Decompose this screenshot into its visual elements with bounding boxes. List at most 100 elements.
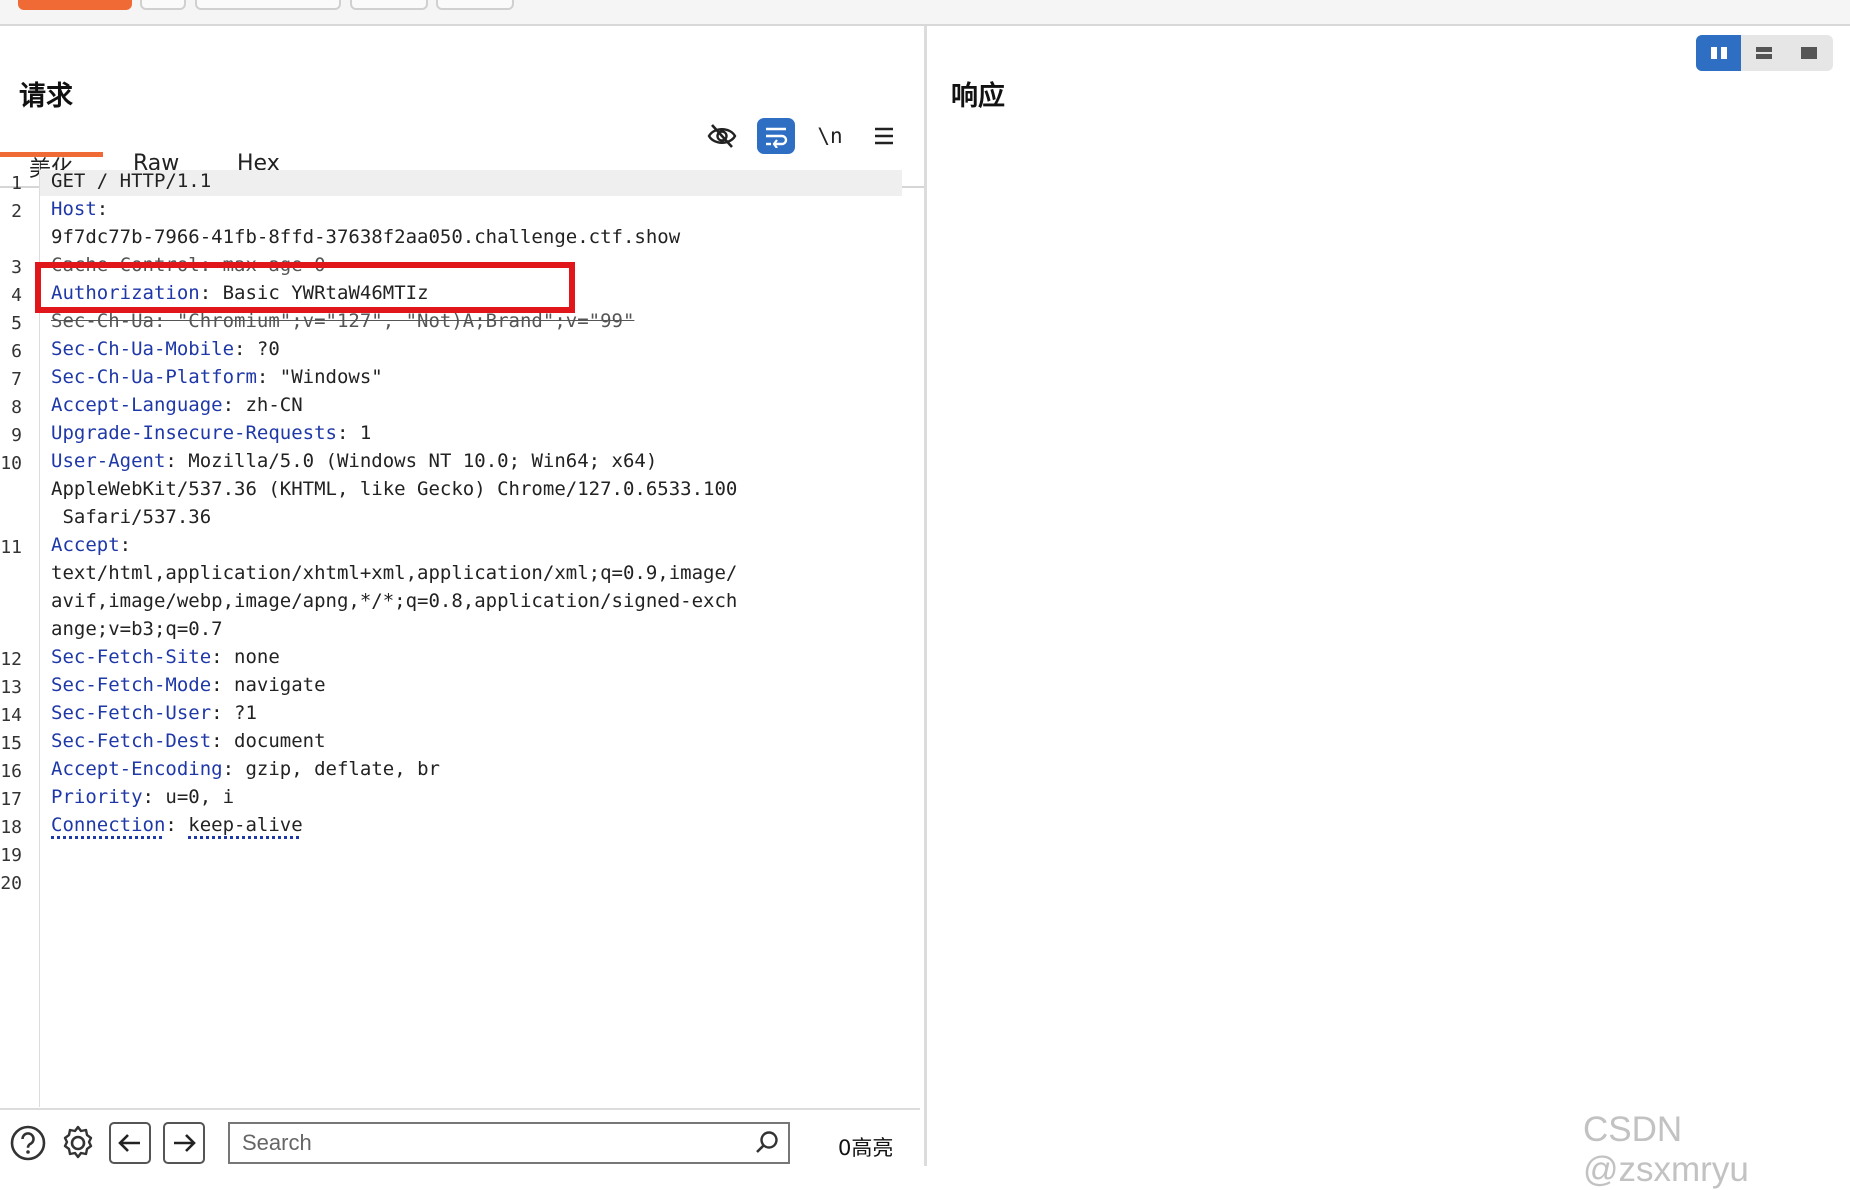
line-number: 1 xyxy=(11,173,22,194)
header-separator: : xyxy=(211,702,235,724)
header-separator: : xyxy=(336,422,360,444)
word-wrap-icon[interactable] xyxy=(757,118,795,154)
line-number: 11 xyxy=(0,537,22,558)
code-line: Sec-Fetch-Dest: document xyxy=(51,730,326,752)
search-input[interactable] xyxy=(228,1122,790,1164)
line-gutter: 1 2 3 4 5 6 7 8 9 10 11 12 13 14 15 16 17 18 19 20 xyxy=(0,162,40,1107)
response-title: 响应 xyxy=(951,81,1005,112)
toolbar-button-3[interactable] xyxy=(350,0,428,10)
header-value: u=0, i xyxy=(165,786,235,808)
header-value: Mozilla/5.0 (Windows NT 10.0; Win64; x64… xyxy=(188,450,658,472)
header-separator: : xyxy=(256,366,280,388)
layout-single-icon[interactable] xyxy=(1786,35,1831,71)
request-bottom-bar: 0高亮 xyxy=(0,1108,920,1168)
code-line: avif,image/webp,image/apng,*/*;q=0.8,app… xyxy=(51,590,738,612)
top-toolbar xyxy=(0,0,1850,26)
line-number: 13 xyxy=(0,677,22,698)
line-number: 14 xyxy=(0,705,22,726)
highlight-count: 0高亮 xyxy=(838,1136,894,1160)
header-name: Sec-Fetch-Mode xyxy=(51,674,212,696)
search-icon[interactable] xyxy=(754,1130,780,1162)
header-name: Sec-Fetch-Dest xyxy=(51,730,212,752)
header-name: Sec-Fetch-Site xyxy=(51,646,212,668)
send-button[interactable] xyxy=(18,0,132,10)
header-name: User-Agent xyxy=(51,450,166,472)
line-number: 4 xyxy=(11,285,22,306)
watermark: CSDN @zsxmryu xyxy=(1583,1110,1749,1189)
header-name: Sec-Ch-Ua-Platform xyxy=(51,366,257,388)
code-line: User-Agent: Mozilla/5.0 (Windows NT 10.0… xyxy=(51,450,657,472)
line-number: 18 xyxy=(0,817,22,838)
code-line: Sec-Ch-Ua-Mobile: ?0 xyxy=(51,338,280,360)
header-value: ?0 xyxy=(256,338,280,360)
header-value: document xyxy=(234,730,326,752)
layout-stacked-icon[interactable] xyxy=(1741,35,1786,71)
code-line: Sec-Fetch-Mode: navigate xyxy=(51,674,326,696)
code-line: Accept-Encoding: gzip, deflate, br xyxy=(51,758,440,780)
line-number: 12 xyxy=(0,649,22,670)
annotation-highlight-box xyxy=(35,262,575,313)
code-line: Accept-Language: zh-CN xyxy=(51,394,303,416)
line-number: 5 xyxy=(11,313,22,334)
code-line: Sec-Ch-Ua-Platform: "Windows" xyxy=(51,366,383,388)
header-separator: : xyxy=(165,450,189,472)
line-number: 8 xyxy=(11,397,22,418)
toolbar-button-4[interactable] xyxy=(436,0,514,10)
header-separator: : xyxy=(222,394,246,416)
header-name: Accept-Encoding xyxy=(51,758,223,780)
code-line: text/html,application/xhtml+xml,applicat… xyxy=(51,562,738,584)
header-name: Sec-Fetch-User xyxy=(51,702,212,724)
header-value: keep-alive xyxy=(188,814,303,836)
header-name: Accept xyxy=(51,534,120,556)
eye-slash-icon[interactable] xyxy=(703,118,741,154)
header-name: Host xyxy=(51,198,97,220)
header-name: Upgrade-Insecure-Requests xyxy=(51,422,337,444)
header-separator: : xyxy=(222,758,246,780)
header-value: 1 xyxy=(359,422,372,444)
layout-side-by-side-icon[interactable] xyxy=(1696,35,1741,71)
toolbar-button-1[interactable] xyxy=(140,0,186,10)
line-number: 15 xyxy=(0,733,22,754)
header-separator: : xyxy=(119,534,132,556)
line-number: 17 xyxy=(0,789,22,810)
header-value: navigate xyxy=(234,674,326,696)
header-name: Priority xyxy=(51,786,143,808)
code-line: Sec-Fetch-Site: none xyxy=(51,646,280,668)
line-number: 6 xyxy=(11,341,22,362)
line-number: 3 xyxy=(11,257,22,278)
line-number: 9 xyxy=(11,425,22,446)
request-panel: 请求 美化 Raw Hex \n 12345678910111213141516… xyxy=(0,26,927,1166)
header-name: Connection xyxy=(51,814,166,836)
code-line: Connection: keep-alive xyxy=(51,814,303,836)
code-line: Sec-Ch-Ua: "Chromium";v="127", "Not)A;Br… xyxy=(51,310,635,332)
header-value: "Windows" xyxy=(279,366,383,388)
header-separator: : xyxy=(211,646,235,668)
forward-arrow-icon[interactable] xyxy=(163,1122,205,1164)
header-separator: : xyxy=(142,786,166,808)
header-value: gzip, deflate, br xyxy=(245,758,440,780)
request-title: 请求 xyxy=(19,81,73,112)
back-arrow-icon[interactable] xyxy=(109,1122,151,1164)
line-number: 19 xyxy=(0,845,22,866)
code-line: Host: xyxy=(51,198,108,220)
code-line: Priority: u=0, i xyxy=(51,786,234,808)
header-name: Sec-Ch-Ua-Mobile xyxy=(51,338,235,360)
toolbar-button-2[interactable] xyxy=(195,0,341,10)
line-number: 16 xyxy=(0,761,22,782)
newline-toggle[interactable]: \n xyxy=(811,118,849,154)
gear-icon[interactable] xyxy=(59,1124,97,1162)
header-name: Accept-Language xyxy=(51,394,223,416)
line-number: 10 xyxy=(0,453,22,474)
code-line: Safari/537.36 xyxy=(51,506,212,528)
code-line: AppleWebKit/537.36 (KHTML, like Gecko) C… xyxy=(51,478,738,500)
hamburger-icon[interactable] xyxy=(865,118,903,154)
code-line: Accept: xyxy=(51,534,131,556)
line-number: 20 xyxy=(0,873,22,894)
line-number: 7 xyxy=(11,369,22,390)
header-separator: : xyxy=(211,730,235,752)
code-line: Upgrade-Insecure-Requests: 1 xyxy=(51,422,371,444)
code-line: GET / HTTP/1.1 xyxy=(51,170,212,192)
help-icon[interactable] xyxy=(9,1124,47,1162)
layout-toggle xyxy=(1696,35,1833,71)
active-tab-indicator xyxy=(0,152,103,157)
